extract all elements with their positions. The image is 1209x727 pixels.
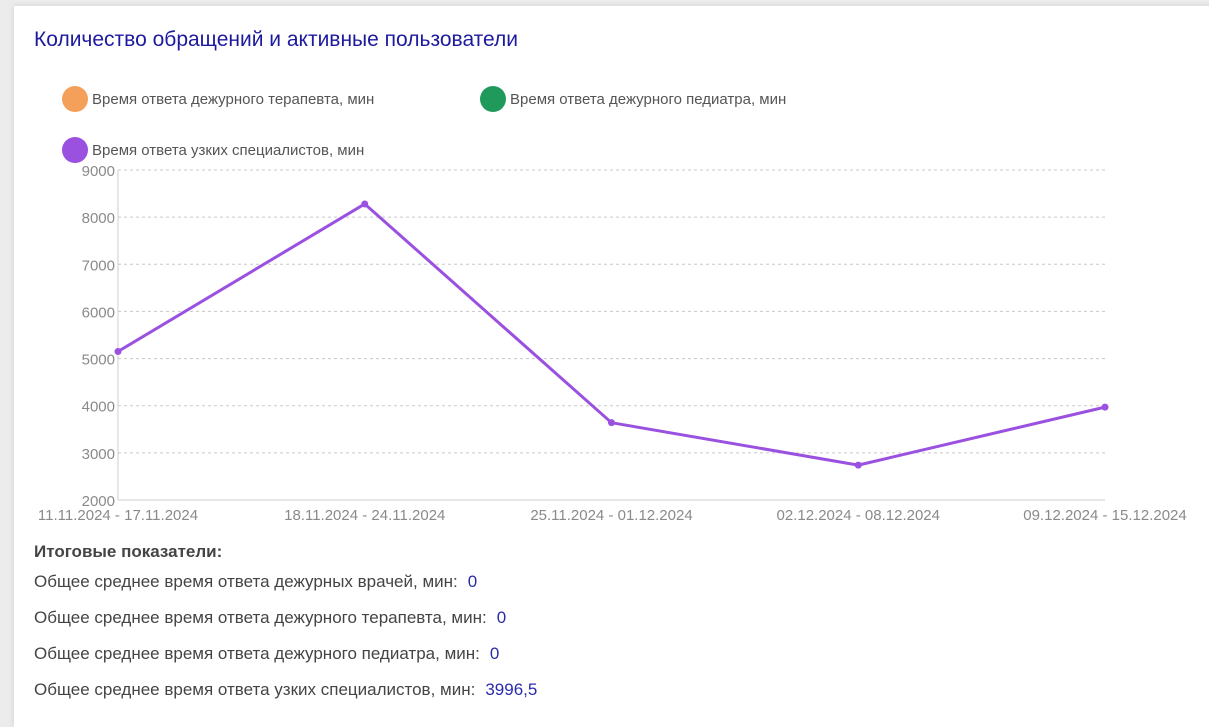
total-value-pediatrician: 0 xyxy=(489,644,500,663)
y-tick-label: 5000 xyxy=(82,352,115,369)
total-value-specialists: 3996,5 xyxy=(485,680,538,699)
y-tick-label: 4000 xyxy=(82,399,115,416)
x-tick-label: 09.12.2024 - 15.12.2024 xyxy=(1023,507,1186,524)
y-tick-label: 7000 xyxy=(82,257,115,274)
total-value-therapist: 0 xyxy=(496,608,507,627)
data-point xyxy=(854,461,862,469)
total-label-therapist: Общее среднее время ответа дежурного тер… xyxy=(34,608,487,627)
y-tick-label: 8000 xyxy=(82,210,115,227)
line-chart: 2000300040005000600070008000900011.11.20… xyxy=(38,163,1187,524)
x-tick-label: 02.12.2024 - 08.12.2024 xyxy=(777,507,940,524)
data-point xyxy=(361,200,369,208)
total-row-duty-doctors: Общее среднее время ответа дежурных врач… xyxy=(34,572,477,592)
data-point xyxy=(608,419,615,427)
total-row-therapist: Общее среднее время ответа дежурного тер… xyxy=(34,608,506,628)
total-row-specialists: Общее среднее время ответа узких специал… xyxy=(34,680,537,700)
y-tick-label: 6000 xyxy=(82,304,115,321)
total-label-pediatrician: Общее среднее время ответа дежурного пед… xyxy=(34,644,480,663)
y-tick-label: 3000 xyxy=(82,446,115,463)
x-tick-label: 18.11.2024 - 24.11.2024 xyxy=(284,507,445,524)
data-point xyxy=(1101,403,1109,411)
total-label-duty-doctors: Общее среднее время ответа дежурных врач… xyxy=(34,572,458,591)
totals-heading: Итоговые показатели: xyxy=(34,542,223,561)
x-tick-label: 25.11.2024 - 01.12.2024 xyxy=(530,507,692,524)
chart-card: Количество обращений и активные пользова… xyxy=(14,6,1209,727)
data-point xyxy=(114,348,122,355)
y-tick-label: 9000 xyxy=(82,163,115,180)
total-value-duty-doctors: 0 xyxy=(467,572,478,591)
x-tick-label: 11.11.2024 - 17.11.2024 xyxy=(38,507,198,524)
total-row-pediatrician: Общее среднее время ответа дежурного пед… xyxy=(34,644,499,664)
total-label-specialists: Общее среднее время ответа узких специал… xyxy=(34,680,476,699)
